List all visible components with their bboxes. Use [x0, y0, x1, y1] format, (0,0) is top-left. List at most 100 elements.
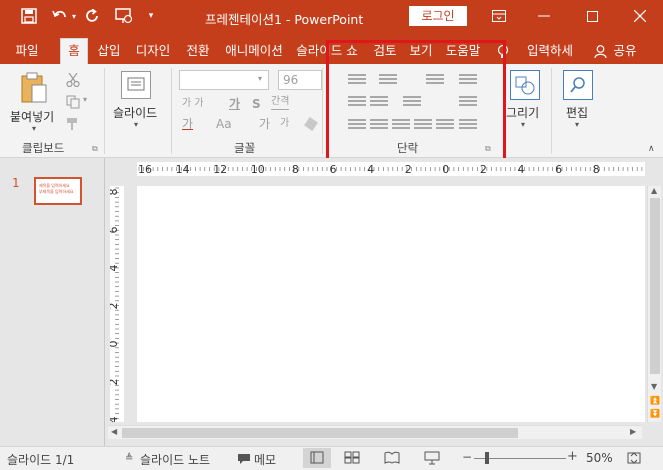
- scroll-right-icon[interactable]: ▶: [630, 427, 636, 436]
- slideshow-view-icon[interactable]: [424, 451, 440, 468]
- font-size-labels[interactable]: 가 가: [182, 97, 204, 111]
- redo-icon[interactable]: [84, 6, 102, 26]
- undo-icon[interactable]: [50, 6, 70, 26]
- font-size-combo[interactable]: 96: [278, 70, 322, 90]
- save-icon[interactable]: [18, 6, 40, 26]
- paste-button-label[interactable]: 붙여넣기: [10, 108, 54, 125]
- horizontal-scrollbar[interactable]: ◀ ▶: [108, 425, 642, 439]
- thumbnail-text: 제목을 입력하세요 부제목을 입력하세요: [39, 183, 74, 194]
- ruler-label: 16: [138, 163, 152, 176]
- share-button[interactable]: 공유: [612, 39, 638, 64]
- zoom-level[interactable]: 50%: [586, 451, 613, 465]
- ruler-label: 8: [292, 163, 299, 176]
- memo-button[interactable]: 메모: [254, 451, 276, 468]
- ribbon-home: 붙여넣기 ▾ ▾ 클립보드 ⧉ 슬라이드 ▾ ▾ 96 가 가 가 S 간격 가…: [0, 40, 663, 162]
- comments-icon: [237, 453, 251, 468]
- scroll-up-icon[interactable]: ▲: [651, 186, 657, 195]
- drawing-dropdown-icon[interactable]: ▾: [521, 120, 525, 129]
- font-group: ▾ 96 가 가 가 S 간격 가 Aa 가 가 글꼴: [172, 64, 322, 158]
- copy-icon[interactable]: [66, 95, 80, 112]
- scroll-down-icon[interactable]: ▼: [651, 382, 657, 391]
- change-case-button[interactable]: Aa: [216, 117, 232, 131]
- ruler-label: 0: [442, 163, 449, 176]
- zoom-in-icon[interactable]: +: [567, 449, 578, 464]
- close-icon[interactable]: [628, 6, 652, 26]
- ruler-label: 6: [110, 227, 120, 234]
- find-icon[interactable]: [563, 70, 593, 100]
- ruler-label: 14: [176, 163, 190, 176]
- notes-button[interactable]: 슬라이드 노트: [140, 451, 210, 468]
- decrease-font-button[interactable]: 가: [280, 117, 289, 131]
- ruler-label: 4: [110, 417, 120, 423]
- new-slide-label[interactable]: 슬라이드: [113, 104, 157, 121]
- tab-animations[interactable]: 애니메이션: [221, 39, 287, 64]
- editing-dropdown-icon[interactable]: ▾: [575, 120, 579, 129]
- slide-sorter-icon[interactable]: [344, 451, 360, 467]
- font-color-button[interactable]: 가: [182, 117, 193, 131]
- font-name-dropdown-icon[interactable]: ▾: [258, 74, 262, 83]
- scroll-left-icon[interactable]: ◀: [111, 427, 117, 436]
- slide-canvas[interactable]: [137, 186, 645, 422]
- paste-dropdown-icon[interactable]: ▾: [32, 124, 36, 133]
- previous-slide-icon[interactable]: ⏫: [650, 396, 660, 405]
- tab-transitions[interactable]: 전환: [183, 39, 213, 64]
- slides-group: 슬라이드 ▾: [105, 64, 171, 158]
- new-slide-dropdown-icon[interactable]: ▾: [134, 120, 138, 129]
- zoom-out-icon[interactable]: −: [462, 450, 472, 464]
- vertical-scrollbar[interactable]: ▲ ▼ ⏫ ⏬: [647, 186, 661, 422]
- paste-icon[interactable]: [20, 72, 48, 107]
- font-group-label: 글꼴: [234, 141, 256, 155]
- normal-view-button[interactable]: [303, 448, 331, 468]
- new-slide-icon[interactable]: [121, 71, 151, 99]
- ruler-label: 6: [555, 163, 562, 176]
- clipboard-launcher-icon[interactable]: ⧉: [92, 144, 98, 154]
- next-slide-icon[interactable]: ⏬: [650, 409, 660, 418]
- horizontal-ruler[interactable]: 16 14 12 10 8 6 4 2 0 2 4 6 8: [137, 162, 645, 176]
- ruler-label: 10: [251, 163, 265, 176]
- character-spacing-button[interactable]: 간격: [271, 95, 290, 110]
- tab-design[interactable]: 디자인: [132, 39, 174, 64]
- clear-formatting-icon[interactable]: [304, 117, 318, 131]
- tab-insert[interactable]: 삽입: [94, 39, 124, 64]
- increase-font-button[interactable]: 가: [259, 117, 270, 131]
- ribbon-display-options-icon[interactable]: [487, 6, 511, 26]
- collapse-ribbon-icon[interactable]: ∧: [648, 144, 655, 154]
- fit-to-window-icon[interactable]: [626, 450, 642, 469]
- hscroll-thumb[interactable]: [122, 428, 518, 438]
- clipboard-group: 붙여넣기 ▾ ▾ 클립보드 ⧉: [0, 64, 104, 158]
- copy-dropdown-icon[interactable]: ▾: [83, 95, 87, 104]
- shadow-button[interactable]: S: [252, 97, 261, 111]
- maximize-icon[interactable]: [580, 6, 604, 26]
- font-name-combo[interactable]: [179, 70, 269, 90]
- presentation-start-icon[interactable]: [113, 6, 135, 26]
- format-painter-icon[interactable]: [66, 117, 80, 134]
- cut-icon[interactable]: [66, 72, 80, 90]
- underline-button[interactable]: 가: [229, 97, 240, 111]
- editing-label[interactable]: 편집: [566, 104, 588, 121]
- tab-home[interactable]: 홈: [60, 38, 88, 65]
- minimize-icon[interactable]: [532, 6, 556, 26]
- shapes-icon[interactable]: [510, 70, 540, 100]
- tell-me-search[interactable]: 입력하세: [524, 39, 576, 64]
- notes-icon: ≜: [125, 453, 134, 464]
- slide-number: 1: [12, 176, 20, 190]
- ruler-label: 2: [110, 379, 120, 386]
- undo-dropdown-icon[interactable]: ▾: [69, 6, 79, 26]
- reading-view-icon[interactable]: [384, 451, 400, 467]
- drawing-label[interactable]: 그리기: [506, 104, 539, 121]
- ruler-label: 2: [110, 303, 120, 310]
- slide-thumbnail[interactable]: 제목을 입력하세요 부제목을 입력하세요: [34, 177, 82, 205]
- scroll-thumb[interactable]: [650, 198, 660, 374]
- user-icon: [594, 45, 607, 62]
- zoom-slider-thumb[interactable]: [485, 452, 489, 464]
- tab-file[interactable]: 파일: [11, 39, 43, 64]
- ruler-label: 8: [593, 163, 600, 176]
- vertical-ruler[interactable]: 8 6 4 2 0 2 4: [107, 186, 124, 424]
- title-bar: ▾ ▾ 프레젠테이션1 - PowerPoint 로그인: [0, 0, 663, 34]
- ruler-label: 12: [213, 163, 227, 176]
- status-bar: 슬라이드 1/1 ≜ 슬라이드 노트 메모 − + 50%: [0, 446, 663, 470]
- login-button[interactable]: 로그인: [409, 6, 467, 26]
- ruler-label: 4: [518, 163, 525, 176]
- ruler-label: 4: [110, 265, 120, 272]
- customize-toolbar-icon[interactable]: ▾: [146, 6, 156, 26]
